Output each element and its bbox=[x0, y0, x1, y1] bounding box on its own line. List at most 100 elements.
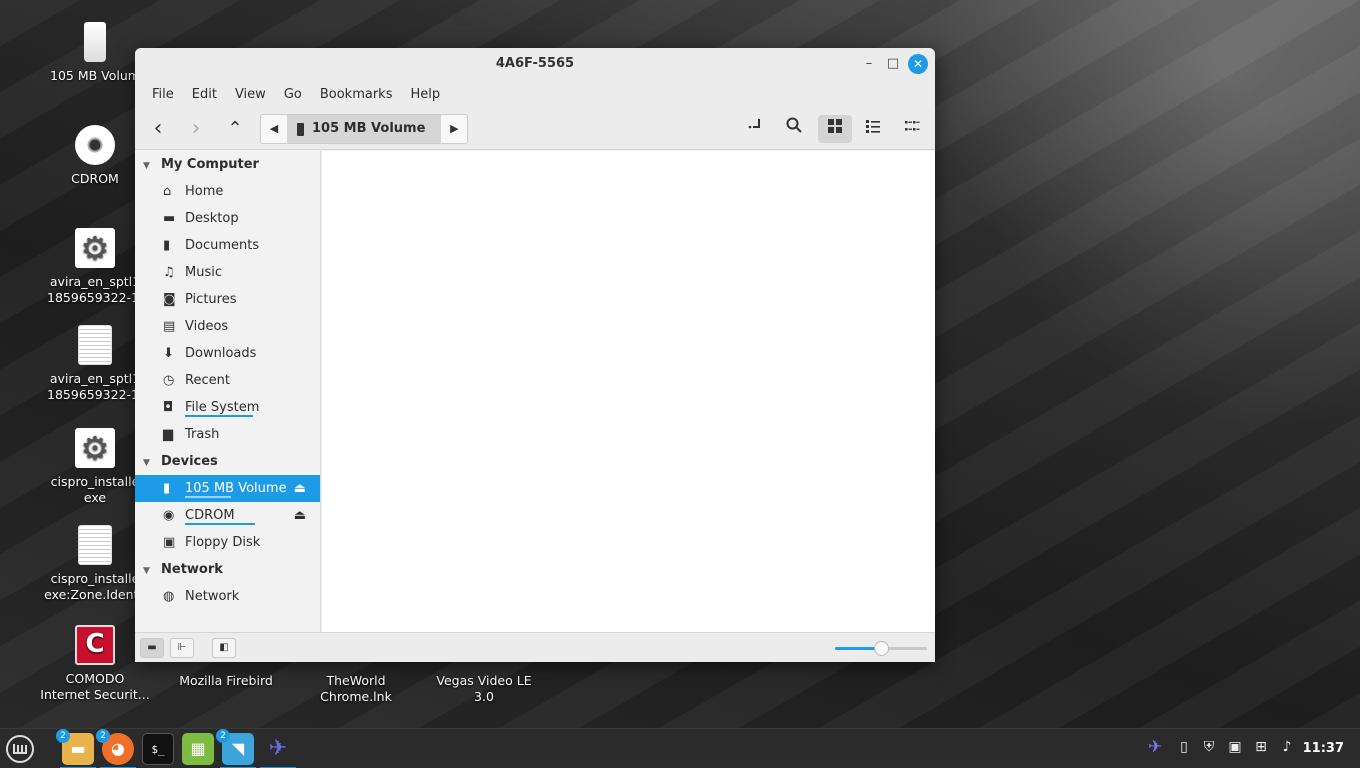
compact-view-button[interactable] bbox=[897, 115, 927, 143]
hide-sidebar-button[interactable]: ◧ bbox=[212, 638, 236, 658]
tray-shield-icon[interactable]: ⛨ bbox=[1198, 739, 1220, 755]
sidebar-item-cdrom[interactable]: ◉ CDROM ⏏ bbox=[135, 502, 320, 529]
sidebar-item-floppy-disk[interactable]: ▣ Floppy Disk bbox=[135, 529, 320, 556]
desktop-icon-vegas[interactable]: Vegas Video LE 3.0 bbox=[429, 673, 539, 705]
file-manager-window: 4A6F-5565 – □ ✕ File Edit View Go Bookma… bbox=[135, 48, 935, 662]
menu-edit[interactable]: Edit bbox=[183, 87, 226, 102]
tray-keyboard-icon[interactable]: ▯ bbox=[1173, 739, 1195, 755]
menu-help[interactable]: Help bbox=[401, 87, 449, 102]
sidebar-item-videos[interactable]: ▤ Videos bbox=[135, 313, 320, 340]
sidebar-item-label: Pictures bbox=[185, 292, 237, 307]
desktop-icon-avira-1[interactable]: avira_en_sptl1 1859659322-1. bbox=[40, 228, 150, 306]
close-button[interactable]: ✕ bbox=[908, 54, 928, 74]
search-button[interactable] bbox=[779, 115, 809, 143]
installer-icon bbox=[75, 228, 115, 268]
desktop-icon-avira-2[interactable]: avira_en_sptl1 1859659322-1. bbox=[40, 325, 150, 403]
home-icon: ⌂ bbox=[163, 184, 172, 199]
desktop-icon-theworld[interactable]: TheWorld Chrome.lnk bbox=[301, 673, 411, 705]
status-bar: ▬ ⊩ ◧ bbox=[135, 632, 935, 662]
taskbar-terminal[interactable]: $_ bbox=[142, 733, 174, 765]
sidebar-item-recent[interactable]: ◷ Recent bbox=[135, 367, 320, 394]
desktop-icon-label: CDROM bbox=[71, 171, 119, 186]
cdrom-icon bbox=[75, 125, 115, 165]
content-area: ▼ My Computer ⌂ Home ▬ Desktop ▮ Documents ♫… bbox=[135, 151, 935, 632]
desktop-icon-label: cispro_installe exe bbox=[50, 474, 140, 505]
list-view-button[interactable] bbox=[858, 115, 888, 143]
bird-app-icon: ✈ bbox=[268, 736, 288, 761]
sidebar-item-network[interactable]: ◍ Network bbox=[135, 583, 320, 610]
taskbar-dolphin[interactable]: ◥ 2 bbox=[216, 729, 256, 768]
tray-bird-icon[interactable]: ✈ bbox=[1144, 737, 1166, 757]
taskbar-files[interactable]: ▬ 2 bbox=[56, 729, 96, 768]
icon-view-button[interactable] bbox=[818, 115, 852, 143]
title-bar[interactable]: 4A6F-5565 – □ ✕ bbox=[135, 48, 935, 80]
sidebar-item-label: Trash bbox=[185, 427, 220, 442]
minimize-button[interactable]: – bbox=[859, 54, 879, 74]
search-icon bbox=[786, 117, 802, 133]
path-next-button[interactable]: ▶ bbox=[441, 115, 467, 143]
desktop-icon-105mb-volume[interactable]: 105 MB Volum bbox=[40, 22, 150, 84]
sidebar-item-file-system[interactable]: ◘ File System bbox=[135, 394, 320, 421]
show-places-button[interactable]: ▬ bbox=[140, 638, 164, 658]
up-button[interactable]: ⌃ bbox=[220, 115, 250, 143]
usb-drive-icon bbox=[297, 122, 304, 136]
desktop-icon-cdrom[interactable]: CDROM bbox=[40, 125, 150, 187]
desktop-icon-label: cispro_installe exe:Zone.Identi. bbox=[44, 571, 146, 602]
tray-notes-icon[interactable]: ▣ bbox=[1224, 739, 1246, 755]
desktop-icon-label: avira_en_sptl1 1859659322-1. bbox=[47, 274, 143, 305]
window-count-badge: 2 bbox=[56, 729, 70, 743]
expander-icon: ▼ bbox=[143, 458, 150, 468]
zoom-slider[interactable] bbox=[835, 641, 927, 656]
show-treeview-button[interactable]: ⊩ bbox=[170, 638, 194, 658]
menu-bookmarks[interactable]: Bookmarks bbox=[311, 87, 402, 102]
sidebar-item-downloads[interactable]: ⬇ Downloads bbox=[135, 340, 320, 367]
sidebar-section-network[interactable]: ▼ Network bbox=[135, 556, 320, 583]
eject-icon[interactable]: ⏏ bbox=[294, 502, 306, 529]
sidebar-item-label: Home bbox=[185, 184, 224, 199]
sidebar-item-trash[interactable]: ▆ Trash bbox=[135, 421, 320, 448]
taskbar-calculator[interactable]: ▦ bbox=[182, 733, 214, 765]
cdrom-icon: ◉ bbox=[163, 508, 175, 523]
tray-network-icon[interactable]: ⊞ bbox=[1250, 739, 1272, 755]
music-icon: ♫ bbox=[163, 265, 175, 280]
sidebar-item-documents[interactable]: ▮ Documents bbox=[135, 232, 320, 259]
clock[interactable]: 11:37 bbox=[1303, 741, 1344, 756]
path-prev-button[interactable]: ◀ bbox=[261, 115, 287, 143]
sidebar-item-label: CDROM bbox=[185, 508, 235, 523]
sidebar-item-desktop[interactable]: ▬ Desktop bbox=[135, 205, 320, 232]
sidebar-item-music[interactable]: ♫ Music bbox=[135, 259, 320, 286]
path-segment-105mb-volume[interactable]: 105 MB Volume bbox=[287, 115, 442, 143]
floppy-icon: ▣ bbox=[163, 535, 176, 550]
usage-bar bbox=[185, 523, 255, 525]
sidebar-section-devices[interactable]: ▼ Devices bbox=[135, 448, 320, 475]
eject-icon[interactable]: ⏏ bbox=[294, 475, 306, 502]
desktop-icon-label: COMODO Internet Securit... bbox=[40, 671, 150, 702]
desktop-icon-cispro-2[interactable]: cispro_installe exe:Zone.Identi. bbox=[40, 525, 150, 603]
mint-menu-button[interactable] bbox=[4, 733, 36, 765]
back-button[interactable]: ‹ bbox=[143, 115, 173, 143]
mint-menu-icon bbox=[6, 735, 34, 763]
file-view-pane[interactable] bbox=[322, 151, 935, 632]
desktop-icon-comodo[interactable]: COMODO Internet Securit... bbox=[40, 625, 150, 703]
forward-button[interactable]: › bbox=[181, 115, 211, 143]
network-icon: ◍ bbox=[163, 589, 175, 604]
sidebar-item-105mb-volume[interactable]: ▮ 105 MB Volume ⏏ bbox=[135, 475, 320, 502]
desktop-icon-cispro-1[interactable]: cispro_installe exe bbox=[40, 428, 150, 506]
sidebar-section-my-computer[interactable]: ▼ My Computer bbox=[135, 151, 320, 178]
toggle-location-button[interactable] bbox=[740, 115, 770, 143]
taskbar-bird-app[interactable]: ✈ bbox=[260, 733, 296, 768]
comodo-icon bbox=[75, 625, 115, 665]
sidebar-item-pictures[interactable]: ◙ Pictures bbox=[135, 286, 320, 313]
desktop-icon-mozilla-firebird[interactable]: Mozilla Firebird bbox=[171, 673, 281, 689]
tray-volume-icon[interactable]: ♪ bbox=[1276, 739, 1298, 755]
sidebar-item-label: Network bbox=[185, 589, 240, 604]
zoom-slider-handle[interactable] bbox=[874, 641, 889, 656]
menu-file[interactable]: File bbox=[143, 87, 183, 102]
maximize-button[interactable]: □ bbox=[883, 54, 903, 74]
menu-view[interactable]: View bbox=[226, 87, 275, 102]
taskbar-firefox[interactable]: ◕ 2 bbox=[96, 729, 136, 768]
menu-go[interactable]: Go bbox=[275, 87, 311, 102]
desktop-icon-label: avira_en_sptl1 1859659322-1. bbox=[47, 371, 143, 402]
downloads-icon: ⬇ bbox=[163, 346, 174, 361]
sidebar-item-home[interactable]: ⌂ Home bbox=[135, 178, 320, 205]
